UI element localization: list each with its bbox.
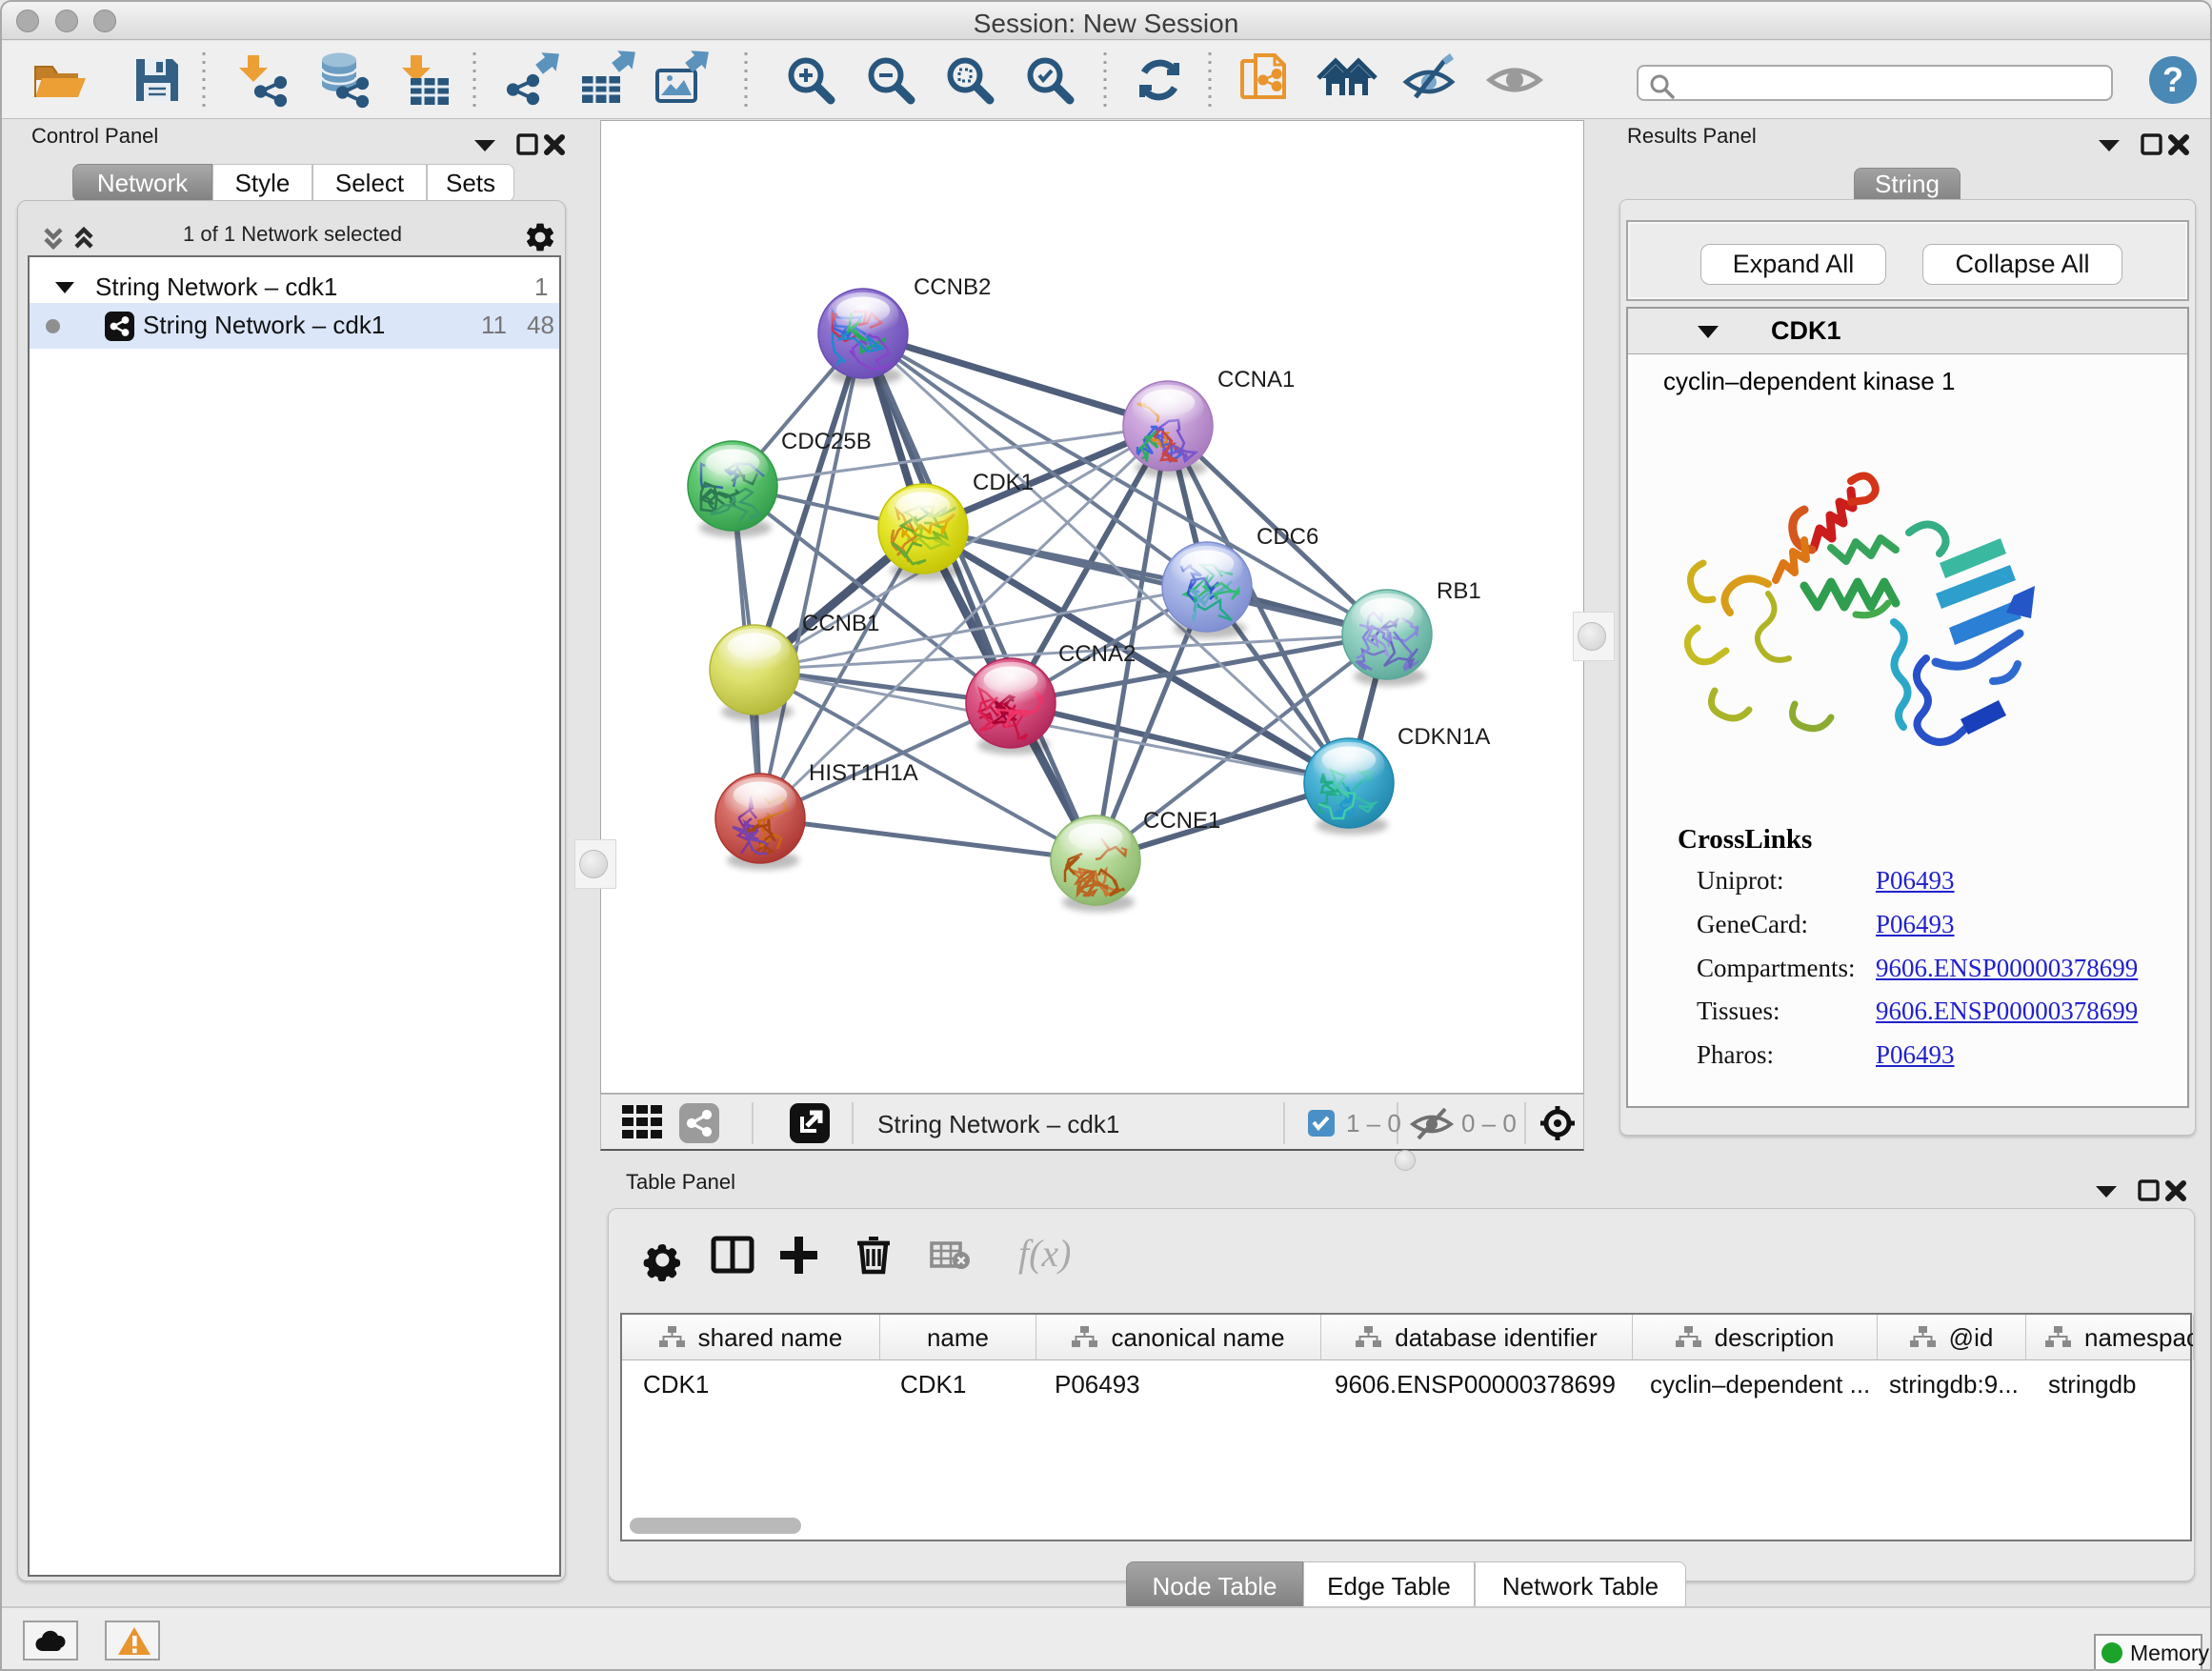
svg-text:CCNE1: CCNE1	[1143, 808, 1220, 834]
svg-text:CDKN1A: CDKN1A	[1398, 724, 1490, 750]
svg-text:f(x): f(x)	[1018, 1232, 1070, 1275]
svg-text:CDC6: CDC6	[1257, 524, 1318, 550]
svg-text:CCNB1: CCNB1	[802, 611, 879, 636]
svg-text:CCNB2: CCNB2	[914, 274, 991, 300]
svg-text:CCNA2: CCNA2	[1058, 641, 1136, 667]
svg-text:CDK1: CDK1	[973, 470, 1034, 495]
svg-text:CCNA1: CCNA1	[1217, 367, 1295, 393]
svg-text:HIST1H1A: HIST1H1A	[809, 760, 918, 786]
svg-text:RB1: RB1	[1437, 578, 1481, 604]
svg-text:CDC25B: CDC25B	[781, 429, 872, 454]
